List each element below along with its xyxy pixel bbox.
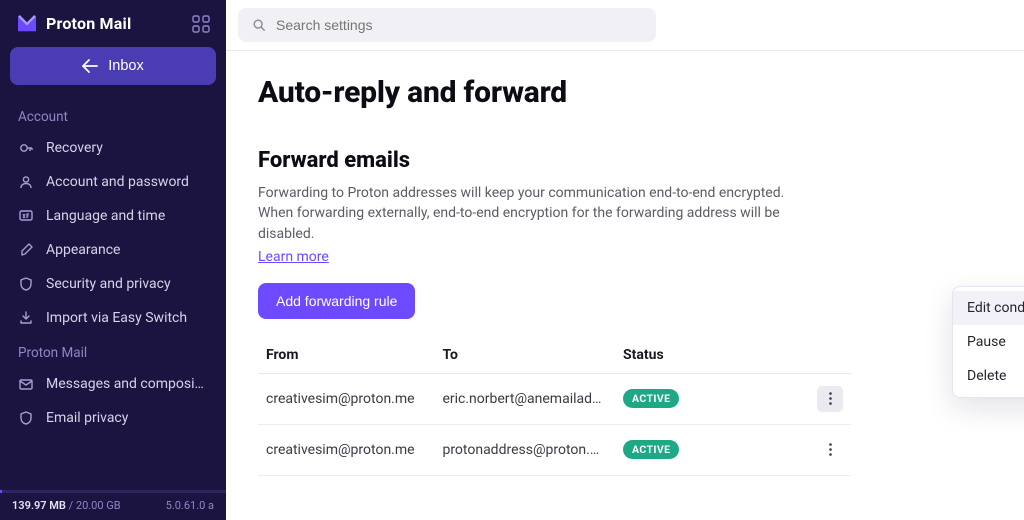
- sidebar-item-import[interactable]: Import via Easy Switch: [0, 301, 226, 335]
- arrow-left-icon: [82, 59, 98, 73]
- row-actions-menu: Edit conditions Pause Delete: [952, 286, 1024, 398]
- menu-item-delete[interactable]: Delete: [953, 359, 1024, 393]
- status-badge: ACTIVE: [623, 440, 679, 459]
- version-text: 5.0.61.0 a: [166, 499, 214, 512]
- sidebar-item-label: Security and privacy: [46, 276, 171, 292]
- sidebar-item-email-privacy[interactable]: Email privacy: [0, 401, 226, 435]
- inbox-button-label: Inbox: [108, 58, 143, 74]
- shield-icon: [18, 276, 34, 292]
- forward-description: Forwarding to Proton addresses will keep…: [258, 183, 818, 244]
- storage-bar: [0, 490, 226, 493]
- inbox-button[interactable]: Inbox: [10, 47, 216, 85]
- sidebar-item-label: Account and password: [46, 174, 189, 190]
- sidebar-item-appearance[interactable]: Appearance: [0, 233, 226, 267]
- user-icon: [18, 174, 34, 190]
- sidebar-item-recovery[interactable]: Recovery: [0, 131, 226, 165]
- table-row: creativesim@proton.me eric.norbert@anema…: [258, 373, 851, 424]
- page-title: Auto-reply and forward: [258, 75, 992, 110]
- main-area: Auto-reply and forward Forward emails Fo…: [226, 0, 1024, 520]
- sidebar-item-label: Language and time: [46, 208, 165, 224]
- column-from: From: [258, 337, 434, 374]
- search-icon: [252, 18, 266, 32]
- sidebar: Proton Mail Inbox Account Recovery Accou…: [0, 0, 226, 520]
- sidebar-item-account[interactable]: Account and password: [0, 165, 226, 199]
- sidebar-item-security[interactable]: Security and privacy: [0, 267, 226, 301]
- sidebar-item-label: Messages and composi…: [46, 376, 204, 392]
- search-bar-wrap: [226, 0, 1024, 50]
- sidebar-item-label: Email privacy: [46, 410, 128, 426]
- language-icon: [18, 208, 34, 224]
- cell-to: eric.norbert@anemailad…: [442, 391, 602, 407]
- row-actions-button[interactable]: [817, 437, 843, 463]
- app-logo[interactable]: Proton Mail: [16, 14, 131, 33]
- apps-grid-icon[interactable]: [192, 15, 210, 33]
- envelope-icon: [18, 376, 34, 392]
- search-input[interactable]: [276, 17, 642, 33]
- learn-more-link[interactable]: Learn more: [258, 249, 329, 265]
- search-bar[interactable]: [238, 8, 656, 42]
- column-actions: [769, 337, 851, 374]
- table-header-row: From To Status: [258, 337, 851, 374]
- import-icon: [18, 310, 34, 326]
- cell-from: creativesim@proton.me: [266, 391, 426, 407]
- cell-from: creativesim@proton.me: [266, 442, 426, 458]
- status-badge: ACTIVE: [623, 389, 679, 408]
- row-actions-button[interactable]: [817, 386, 843, 412]
- forward-heading: Forward emails: [258, 148, 992, 173]
- appearance-icon: [18, 242, 34, 258]
- sidebar-section-label: Account: [0, 99, 226, 131]
- kebab-icon: [829, 392, 832, 405]
- storage-text: 139.97 MB / 20.00 GB: [12, 499, 121, 512]
- sidebar-item-label: Appearance: [46, 242, 120, 258]
- sidebar-item-label: Recovery: [46, 140, 103, 156]
- forwarding-table: From To Status creativesim@proton.me eri…: [258, 337, 851, 476]
- menu-item-edit-conditions[interactable]: Edit conditions: [953, 291, 1024, 325]
- menu-item-pause[interactable]: Pause: [953, 325, 1024, 359]
- sidebar-footer: 139.97 MB / 20.00 GB 5.0.61.0 a: [0, 499, 226, 520]
- sidebar-item-language[interactable]: Language and time: [0, 199, 226, 233]
- column-status: Status: [615, 337, 769, 374]
- cell-to: protonaddress@proton.…: [442, 442, 602, 458]
- shield-icon: [18, 410, 34, 426]
- recovery-icon: [18, 140, 34, 156]
- add-forwarding-rule-button[interactable]: Add forwarding rule: [258, 283, 415, 319]
- proton-logo-icon: [16, 15, 38, 33]
- content: Auto-reply and forward Forward emails Fo…: [226, 51, 1024, 476]
- sidebar-item-messages[interactable]: Messages and composi…: [0, 367, 226, 401]
- sidebar-section-label: Proton Mail: [0, 335, 226, 367]
- kebab-icon: [829, 443, 832, 456]
- table-row: creativesim@proton.me protonaddress@prot…: [258, 424, 851, 475]
- app-name: Proton Mail: [46, 14, 131, 33]
- sidebar-item-label: Import via Easy Switch: [46, 310, 187, 326]
- column-to: To: [434, 337, 615, 374]
- sidebar-header: Proton Mail: [0, 0, 226, 43]
